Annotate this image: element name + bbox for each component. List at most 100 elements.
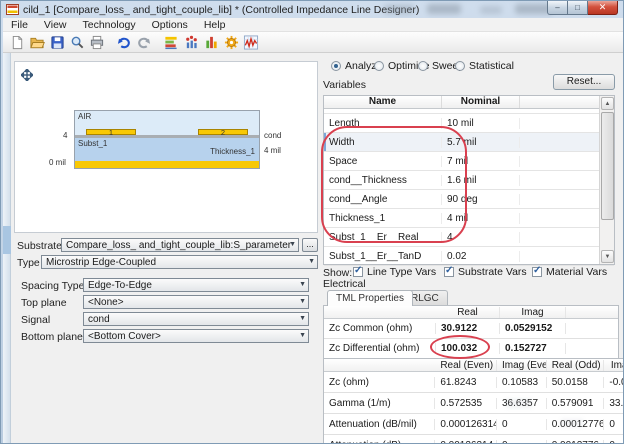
table-row: Gamma (1/m) 0.572535 36.6357 0.579091 33… xyxy=(324,393,624,414)
toolbar-separator xyxy=(154,33,161,52)
spacing-type-select[interactable]: Edge-To-Edge ▼ xyxy=(83,278,309,292)
checkbox-label: Material Vars xyxy=(546,266,607,278)
stackup-chart-icon[interactable] xyxy=(161,33,181,52)
scroll-thumb[interactable] xyxy=(601,112,614,220)
table-row[interactable]: Width5.7 mil xyxy=(324,133,614,152)
settings-gear-icon[interactable] xyxy=(221,33,241,52)
spacing-type-value: Edge-To-Edge xyxy=(88,280,152,291)
col-header-nominal[interactable]: Nominal xyxy=(442,96,520,108)
table-row[interactable]: Length10 mil xyxy=(324,114,614,133)
table-row: Attenuation (dB) 0.00126314 0 0.0012776 … xyxy=(324,435,624,444)
bottom-plane-label: Bottom plane xyxy=(21,331,83,343)
radio-icon xyxy=(455,61,465,71)
checkbox-label: Line Type Vars xyxy=(367,266,436,278)
substrate-select[interactable]: Compare_loss_ and_tight_couple_lib:S_par… xyxy=(61,238,299,252)
col-header-real-odd: Real (Odd) xyxy=(547,360,605,371)
minimize-button[interactable]: – xyxy=(547,1,568,15)
chevron-down-icon: ▼ xyxy=(299,281,306,288)
checkbox-material-vars[interactable]: Material Vars xyxy=(532,266,607,278)
table-row: Zc (ohm) 61.8243 0.10583 50.0158 -0.0763… xyxy=(324,372,624,393)
move-cursor-icon xyxy=(21,69,33,84)
variables-label: Variables xyxy=(323,79,366,91)
bottom-plane-value: <Bottom Cover> xyxy=(88,331,161,342)
col-header-real: Real xyxy=(436,307,500,318)
signal-select[interactable]: cond ▼ xyxy=(83,312,309,326)
table-row[interactable]: Subst_1__Er__Real4 xyxy=(324,228,614,247)
open-folder-icon[interactable] xyxy=(27,33,47,52)
type-label: Type xyxy=(17,257,40,269)
table-row[interactable]: cond__Thickness1.6 mil xyxy=(324,171,614,190)
top-plane-select[interactable]: <None> ▼ xyxy=(83,295,309,309)
table-row[interactable]: cond__Angle90 deg xyxy=(324,190,614,209)
splitter-handle[interactable] xyxy=(3,226,11,254)
redo-icon[interactable] xyxy=(134,33,154,52)
col-header-name[interactable]: Name xyxy=(324,96,442,108)
tml-properties-table: Real Imag Zc Common (ohm) 30.9122 0.0529… xyxy=(323,305,619,360)
col-header-imag-even: Imag (Even) xyxy=(497,360,547,371)
electrical-label: Electrical xyxy=(323,278,366,290)
col-header-imag-odd: Imag (Odd) xyxy=(604,360,624,371)
radio-icon xyxy=(418,61,428,71)
radio-label: Statistical xyxy=(469,60,514,72)
checkbox-icon xyxy=(444,267,454,277)
bar-chart-icon[interactable] xyxy=(201,33,221,52)
chevron-down-icon: ▼ xyxy=(299,298,306,305)
even-odd-header-row: Real (Even) Imag (Even) Real (Odd) Imag … xyxy=(324,359,624,372)
bottom-plane-select[interactable]: <Bottom Cover> ▼ xyxy=(83,329,309,343)
menu-view[interactable]: View xyxy=(36,19,75,31)
app-window: cild_1 [Compare_loss_ and_tight_couple_l… xyxy=(0,0,624,444)
menu-options[interactable]: Options xyxy=(144,19,196,31)
close-button[interactable]: ✕ xyxy=(588,1,618,15)
checkbox-line-type-vars[interactable]: Line Type Vars xyxy=(353,266,436,278)
checkbox-substrate-vars[interactable]: Substrate Vars xyxy=(444,266,527,278)
print-icon[interactable] xyxy=(87,33,107,52)
checkbox-label: Substrate Vars xyxy=(458,266,527,278)
scroll-down-button[interactable]: ▼ xyxy=(601,250,614,263)
radio-icon xyxy=(331,61,341,71)
undo-icon[interactable] xyxy=(114,33,134,52)
menu-bar: File View Technology Options Help xyxy=(3,18,623,32)
cross-section-canvas[interactable]: AIR 1 2 Subst_1 Thickness_1 4 0 mil cond… xyxy=(14,61,318,233)
type-select[interactable]: Microstrip Edge-Coupled ▼ xyxy=(41,255,318,269)
top-plane-value: <None> xyxy=(88,297,124,308)
window-controls: – □ ✕ xyxy=(547,1,618,15)
thickness-name-label: Thickness_1 xyxy=(210,147,255,156)
maximize-button[interactable]: □ xyxy=(568,1,588,15)
chevron-down-icon: ▼ xyxy=(299,332,306,339)
scatter-plot-icon[interactable] xyxy=(181,33,201,52)
tab-tml-properties[interactable]: TML Properties xyxy=(327,290,413,306)
app-icon xyxy=(6,3,19,19)
menu-help[interactable]: Help xyxy=(196,19,234,31)
stackup-diagram: AIR 1 2 Subst_1 Thickness_1 xyxy=(74,110,260,169)
new-document-icon[interactable] xyxy=(7,33,27,52)
window-title: cild_1 [Compare_loss_ and_tight_couple_l… xyxy=(23,4,419,16)
waveform-plot-icon[interactable] xyxy=(241,33,261,52)
substrate-label: Subst_1 xyxy=(78,139,107,148)
save-icon[interactable] xyxy=(47,33,67,52)
radio-statistical[interactable]: Statistical xyxy=(455,60,514,72)
spacing-type-label: Spacing Type xyxy=(21,280,84,292)
cond-layer-label: cond xyxy=(264,131,281,140)
scroll-up-button[interactable]: ▲ xyxy=(601,97,614,110)
table-row[interactable]: Thickness_14 mil xyxy=(324,209,614,228)
tml-header-row: Real Imag xyxy=(324,306,618,319)
title-bar[interactable]: cild_1 [Compare_loss_ and_tight_couple_l… xyxy=(1,1,623,18)
substrate-label: Substrate xyxy=(17,240,62,252)
top-plane-label: Top plane xyxy=(21,297,67,309)
table-row[interactable]: Subst_1__Er__TanD0.02 xyxy=(324,247,614,266)
scrollbar[interactable]: ▲ ▼ xyxy=(599,96,614,264)
chevron-down-icon: ▼ xyxy=(299,315,306,322)
signal-label: Signal xyxy=(21,314,50,326)
menu-file[interactable]: File xyxy=(3,19,36,31)
reset-button[interactable]: Reset... xyxy=(553,74,615,90)
toolbar xyxy=(3,32,623,53)
substrate-browse-button[interactable]: ... xyxy=(302,238,318,252)
height-label-bottom: 0 mil xyxy=(49,158,66,167)
toolbar-separator xyxy=(107,33,114,52)
chevron-down-icon: ▼ xyxy=(308,258,315,265)
variables-header-row: Name Nominal xyxy=(324,96,614,109)
table-row[interactable]: Space7 mil xyxy=(324,152,614,171)
menu-technology[interactable]: Technology xyxy=(75,19,144,31)
zoom-icon[interactable] xyxy=(67,33,87,52)
col-header-real-even: Real (Even) xyxy=(435,360,497,371)
